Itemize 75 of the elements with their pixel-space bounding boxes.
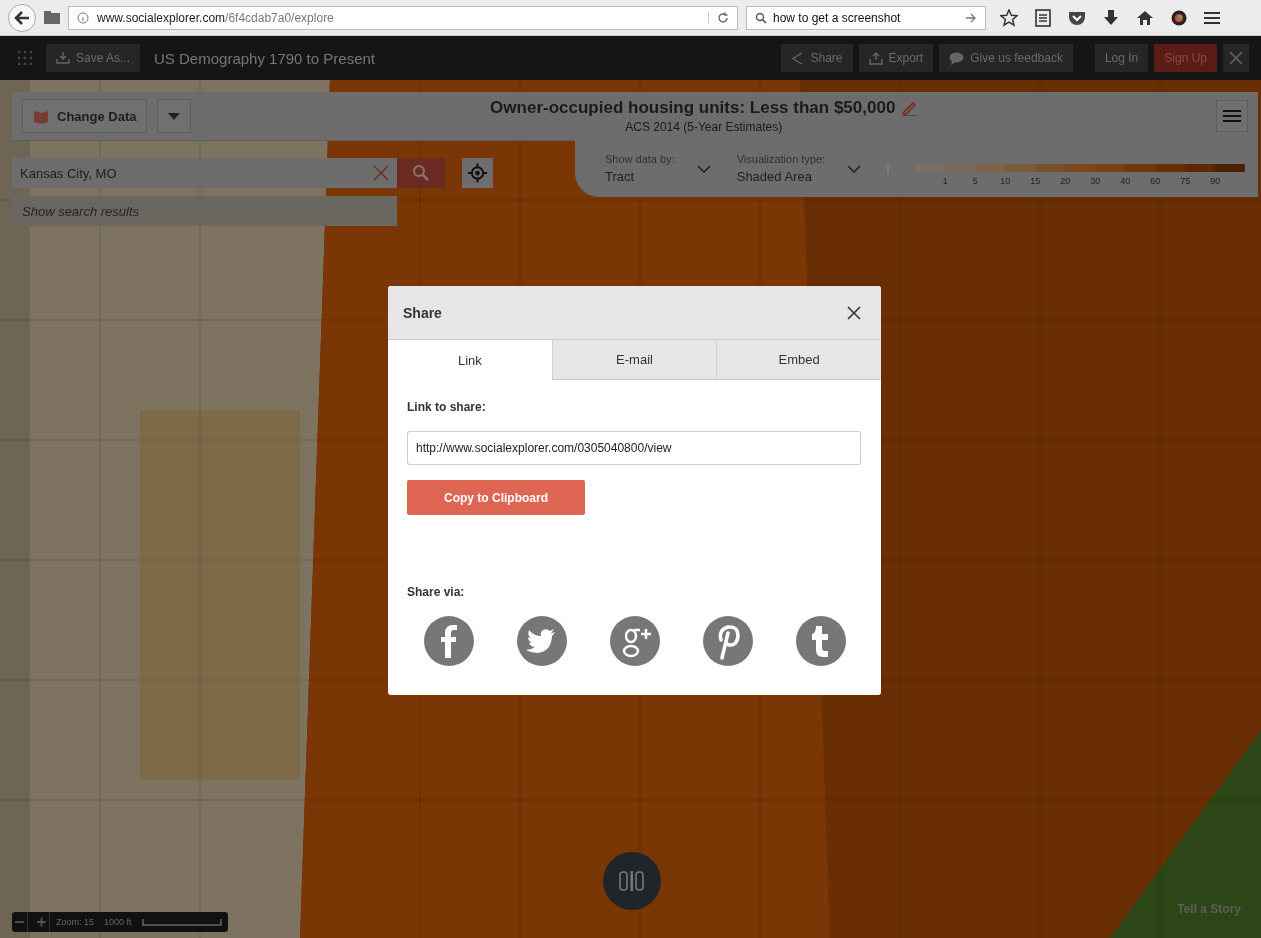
log-in-button[interactable]: Log In	[1094, 44, 1149, 72]
extension-icon[interactable]	[1171, 9, 1187, 26]
download-icon	[56, 52, 70, 64]
location-search-field[interactable]: Kansas City, MO	[12, 158, 397, 188]
crosshair-icon	[468, 163, 487, 183]
visualization-type-dropdown[interactable]: Visualization type: Shaded Area	[736, 153, 862, 184]
export-button[interactable]: Export	[858, 44, 934, 72]
caret-down-icon	[168, 112, 181, 120]
project-title: US Demography 1790 to Present	[154, 49, 375, 67]
upload-icon	[868, 51, 883, 65]
tab[interactable]: Embed	[716, 340, 881, 380]
tumblr-icon[interactable]	[796, 616, 846, 666]
pocket-icon[interactable]	[1068, 9, 1086, 26]
reading-list-icon[interactable]	[1035, 8, 1051, 27]
legend-label: 5	[971, 175, 979, 186]
split-view-icon	[619, 871, 645, 891]
share-via-label: Share via:	[407, 585, 465, 599]
feedback-button[interactable]: Give us feedback	[939, 44, 1073, 72]
zoom-in-button[interactable]	[34, 912, 50, 932]
data-subtitle: ACS 2014 (5-Year Estimates)	[625, 120, 783, 134]
scale-label: 1000 ft	[104, 917, 133, 927]
browser-search-field[interactable]: how to get a screenshot	[746, 5, 986, 30]
download-icon[interactable]	[1103, 8, 1119, 27]
dropdown-button[interactable]	[157, 99, 192, 133]
arrow-right-icon[interactable]	[965, 12, 977, 23]
address-bar[interactable]: www.socialexplorer.com/6f4cdab7a0/explore	[68, 5, 738, 30]
minus-icon	[15, 921, 24, 923]
legend-label: 1	[941, 175, 949, 186]
menu-icon[interactable]	[1204, 10, 1220, 25]
google-plus-icon[interactable]	[610, 616, 660, 666]
info-icon[interactable]	[77, 11, 89, 24]
legend-label: 15	[1029, 175, 1042, 186]
legend-label: 20	[1059, 175, 1072, 186]
show-data-by-dropdown[interactable]: Show data by: Tract	[605, 153, 711, 184]
locate-button[interactable]	[462, 158, 493, 188]
menu-button[interactable]	[1216, 100, 1248, 132]
link-field[interactable]: http://www.socialexplorer.com/0305040800/view	[407, 431, 861, 465]
link-label: Link to share:	[407, 400, 486, 414]
search-icon	[412, 164, 430, 182]
save-as-button[interactable]: Save As...	[46, 44, 141, 72]
speech-bubble-icon	[949, 51, 965, 65]
back-arrow-icon	[14, 10, 30, 25]
menu-icon	[1223, 109, 1241, 123]
search-button[interactable]	[397, 158, 445, 188]
legend-label: 40	[1119, 175, 1132, 186]
copy-to-clipboard-button[interactable]: Copy to Clipboard	[407, 480, 585, 515]
facebook-icon[interactable]	[424, 616, 474, 666]
legend-label: 30	[1089, 175, 1102, 186]
change-data-button[interactable]: Change Data	[22, 99, 148, 133]
zoom-level: Zoom: 15	[56, 917, 96, 927]
tab[interactable]: E-mail	[551, 340, 717, 380]
twitter-bird-icon[interactable]	[517, 616, 567, 666]
search-results-hint[interactable]: Show search results	[12, 196, 397, 226]
back-button[interactable]	[8, 3, 36, 32]
legend-label: 90	[1209, 175, 1222, 186]
share-icon	[791, 51, 805, 65]
legend-label: 75	[1179, 175, 1192, 186]
share-button[interactable]: Share	[781, 44, 853, 72]
bookmark-star-icon[interactable]	[1000, 8, 1018, 27]
reload-icon[interactable]	[708, 11, 729, 24]
dialog-title: Share	[403, 304, 442, 321]
legend-label: 60	[1149, 175, 1162, 186]
data-title: Owner-occupied housing units: Less than $50,000	[490, 98, 896, 118]
plus-icon	[37, 917, 46, 927]
pinterest-icon[interactable]	[703, 616, 753, 666]
library-icon[interactable]	[44, 10, 60, 25]
book-icon	[33, 108, 49, 124]
legend-label: 10	[999, 175, 1012, 186]
chevron-down-icon	[847, 164, 862, 173]
chevron-down-icon	[696, 164, 711, 173]
close-icon	[847, 305, 861, 320]
close-icon	[1229, 51, 1243, 65]
search-icon	[755, 11, 767, 24]
zoom-out-button[interactable]	[12, 912, 28, 932]
home-icon[interactable]	[1136, 9, 1154, 26]
